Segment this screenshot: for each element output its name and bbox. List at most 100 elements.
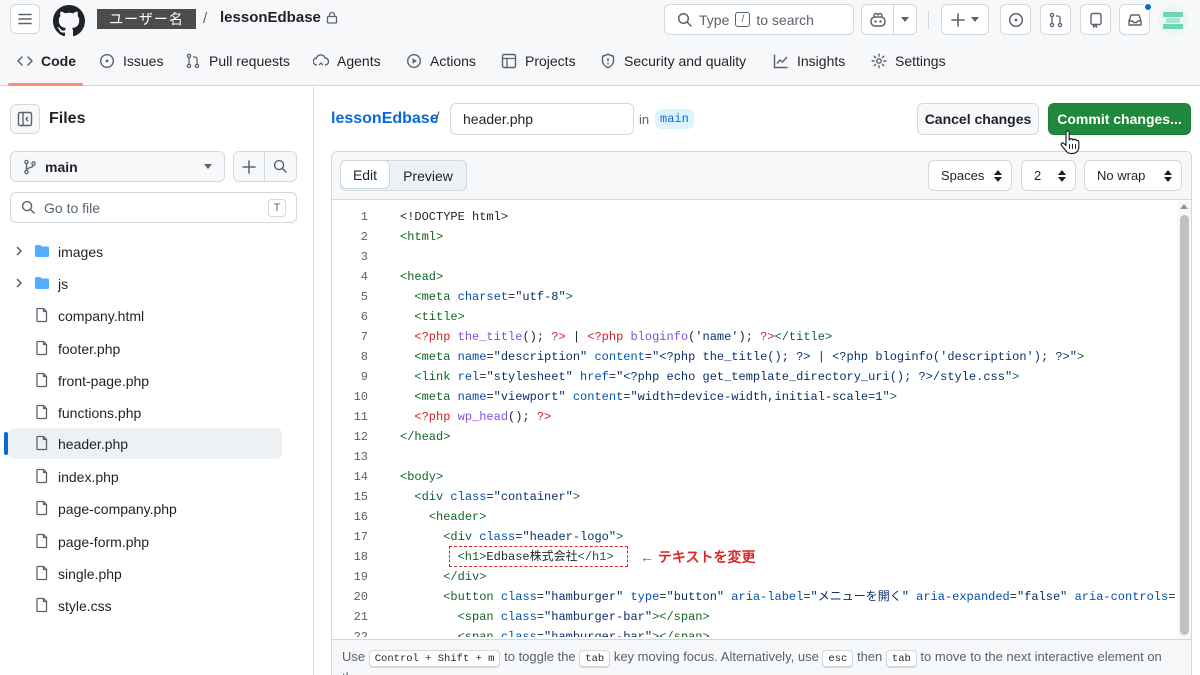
go-to-file-placeholder: Go to file [44, 199, 101, 216]
line-content: <button class="hamburger" type="button" … [443, 590, 1177, 604]
tab-label: Code [41, 53, 76, 69]
tab-pull-requests[interactable]: Pull requests [185, 53, 290, 69]
file-icon [36, 372, 48, 388]
menu-button[interactable] [10, 4, 40, 34]
code-line[interactable]: 10 <meta name="viewport" content="width=… [332, 387, 1177, 407]
copilot-button[interactable] [861, 4, 917, 35]
tab-settings[interactable]: Settings [871, 53, 946, 69]
tree-folder-js[interactable]: js [8, 268, 282, 299]
code-line[interactable]: 13 [332, 447, 1177, 467]
tab-label: Projects [525, 53, 576, 69]
tab-agents[interactable]: Agents [313, 53, 381, 69]
code-line[interactable]: 8 <meta name="description" content="<?ph… [332, 347, 1177, 367]
tab-preview[interactable]: Preview [390, 161, 466, 190]
active-tab-indicator [8, 83, 83, 86]
annotation-text: ← テキストを変更 [640, 549, 756, 565]
repo-name-link[interactable]: lessonEdbase [220, 9, 338, 26]
tab-code[interactable]: Code [17, 53, 76, 69]
tree-file-functions-php[interactable]: functions.php [8, 397, 282, 428]
tree-file-page-form-php[interactable]: page-form.php [8, 526, 282, 557]
code-line[interactable]: 17 <div class="header-logo"> [332, 527, 1177, 547]
branch-selector[interactable]: main [10, 151, 225, 182]
line-number: 17 [353, 530, 368, 544]
editor-toolbar: Edit Preview Spaces 2 No wrap [332, 152, 1191, 200]
line-content: </head> [400, 430, 451, 444]
file-icon [36, 435, 48, 451]
tab-label: Actions [430, 53, 476, 69]
file-icon [36, 597, 48, 613]
code-line[interactable]: 9 <link rel="stylesheet" href="<?php ech… [332, 367, 1177, 387]
code-line[interactable]: 2 <html> [332, 227, 1177, 247]
issues-button[interactable] [1000, 4, 1031, 35]
kbd-tab: tab [579, 650, 611, 668]
tree-file-header-php[interactable]: header.php [4, 428, 282, 459]
indent-size-select[interactable]: 2 [1021, 160, 1076, 191]
line-number: 20 [353, 590, 368, 604]
select-arrows-icon [1164, 170, 1172, 182]
collapse-sidebar-button[interactable] [10, 104, 40, 134]
scrollbar-thumb[interactable] [1180, 215, 1189, 635]
line-content: <head> [400, 270, 444, 284]
code-line[interactable]: 5 <meta charset="utf-8"> [332, 287, 1177, 307]
repositories-button[interactable] [1080, 4, 1111, 35]
filename-input[interactable]: header.php [450, 103, 634, 135]
code-line[interactable]: 3 [332, 247, 1177, 267]
add-file-button[interactable] [234, 152, 266, 181]
tree-file-front-page-php[interactable]: front-page.php [8, 365, 282, 396]
line-number: 7 [360, 330, 368, 344]
scroll-up-arrow-icon[interactable] [1180, 204, 1188, 209]
code-line[interactable]: 11 <?php wp_head(); ?> [332, 407, 1177, 427]
code-editor: Edit Preview Spaces 2 No wrap 1 <!DOCTYPE… [331, 151, 1192, 675]
copilot-icon [870, 12, 886, 27]
code-line[interactable]: 4 <head> [332, 267, 1177, 287]
tree-file-footer-php[interactable]: footer.php [8, 333, 282, 364]
selected-indicator [4, 432, 8, 455]
code-line[interactable]: 20 <button class="hamburger" type="butto… [332, 587, 1177, 607]
code-line[interactable]: 16 <header> [332, 507, 1177, 527]
code-line[interactable]: 21 <span class="hamburger-bar"></span> [332, 607, 1177, 627]
tree-file-page-company-php[interactable]: page-company.php [8, 493, 282, 524]
tab-edit[interactable]: Edit [340, 160, 390, 189]
pull-requests-button[interactable] [1040, 4, 1071, 35]
code-line[interactable]: 22 <span class="hamburger-bar"></span> [332, 627, 1177, 637]
tab-actions[interactable]: Actions [406, 53, 476, 69]
code-line[interactable]: 1 <!DOCTYPE html> [332, 207, 1177, 227]
search-files-button[interactable] [265, 152, 296, 181]
tree-file-index-php[interactable]: index.php [8, 461, 282, 492]
line-content: <body> [400, 470, 444, 484]
repo-breadcrumb-link[interactable]: lessonEdbase [331, 110, 439, 128]
code-area[interactable]: 1 <!DOCTYPE html> 2 <html> 3 4 <head> 5 <meta c… [332, 207, 1177, 637]
help-text: to toggle the [504, 649, 576, 664]
line-number: 8 [360, 350, 368, 364]
file-icon [36, 500, 48, 516]
tab-issues[interactable]: Issues [99, 53, 163, 69]
github-logo-icon[interactable] [53, 5, 85, 37]
line-number: 22 [353, 630, 368, 637]
owner-name[interactable]: ユーザー名 [97, 9, 196, 29]
line-content: <header> [428, 510, 487, 524]
tree-item-label: single.php [58, 566, 122, 582]
tree-file-single-php[interactable]: single.php [8, 558, 282, 589]
code-line[interactable]: 14 <body> [332, 467, 1177, 487]
code-line[interactable]: 6 <title> [332, 307, 1177, 327]
wrap-mode-select[interactable]: No wrap [1084, 160, 1182, 191]
code-line[interactable]: 15 <div class="container"> [332, 487, 1177, 507]
tab-insights[interactable]: Insights [773, 53, 845, 69]
tree-folder-images[interactable]: images [8, 236, 282, 267]
code-line[interactable]: 12 </head> [332, 427, 1177, 447]
global-search-input[interactable]: Type / to search [664, 4, 854, 35]
tree-file-style-css[interactable]: style.css [8, 590, 282, 621]
indent-mode-select[interactable]: Spaces [928, 160, 1012, 191]
cancel-changes-button[interactable]: Cancel changes [917, 103, 1039, 135]
tab-projects[interactable]: Projects [501, 53, 576, 69]
tree-file-company-html[interactable]: company.html [8, 300, 282, 331]
create-new-button[interactable] [941, 4, 989, 35]
line-number: 16 [353, 510, 368, 524]
annotation-highlight-box [449, 546, 628, 567]
code-line[interactable]: 7 <?php the_title(); ?> | <?php bloginfo… [332, 327, 1177, 347]
agents-icon [313, 54, 329, 66]
avatar[interactable] [1158, 5, 1188, 35]
go-to-file-input[interactable]: Go to file T [10, 192, 297, 223]
tab-security[interactable]: Security and quality [600, 53, 746, 69]
code-line[interactable]: 19 </div> [332, 567, 1177, 587]
